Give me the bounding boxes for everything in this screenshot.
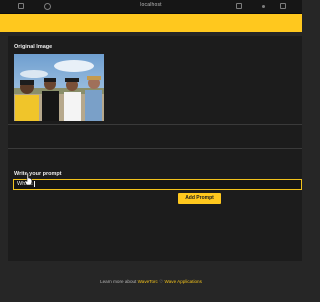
window-title: localhost: [140, 2, 162, 8]
share-icon[interactable]: [236, 3, 242, 9]
original-image-label: Original Image: [14, 44, 53, 50]
prompt-input[interactable]: Whats: [13, 179, 302, 190]
wavetorc-link[interactable]: WaveTorc: [138, 279, 158, 284]
original-image: [14, 54, 104, 121]
wave-applications-link[interactable]: Wave Applications: [165, 279, 202, 284]
add-prompt-button[interactable]: Add Prompt: [178, 193, 221, 204]
section-divider: [8, 124, 302, 125]
section-divider: [8, 148, 302, 149]
footer-text: Learn more about: [100, 279, 137, 284]
tabs-icon[interactable]: [280, 3, 286, 9]
app-header-bar: [0, 14, 302, 32]
heart-icon: ♡: [159, 279, 164, 284]
browser-title-bar: localhost: [0, 0, 302, 14]
extension-icon[interactable]: [262, 5, 265, 8]
footer: Learn more about WaveTorc ♡ Wave Applica…: [0, 279, 302, 285]
hand-cursor-icon: [24, 172, 33, 186]
prompt-label: Write your prompt: [14, 171, 62, 177]
text-caret: [33, 180, 35, 187]
